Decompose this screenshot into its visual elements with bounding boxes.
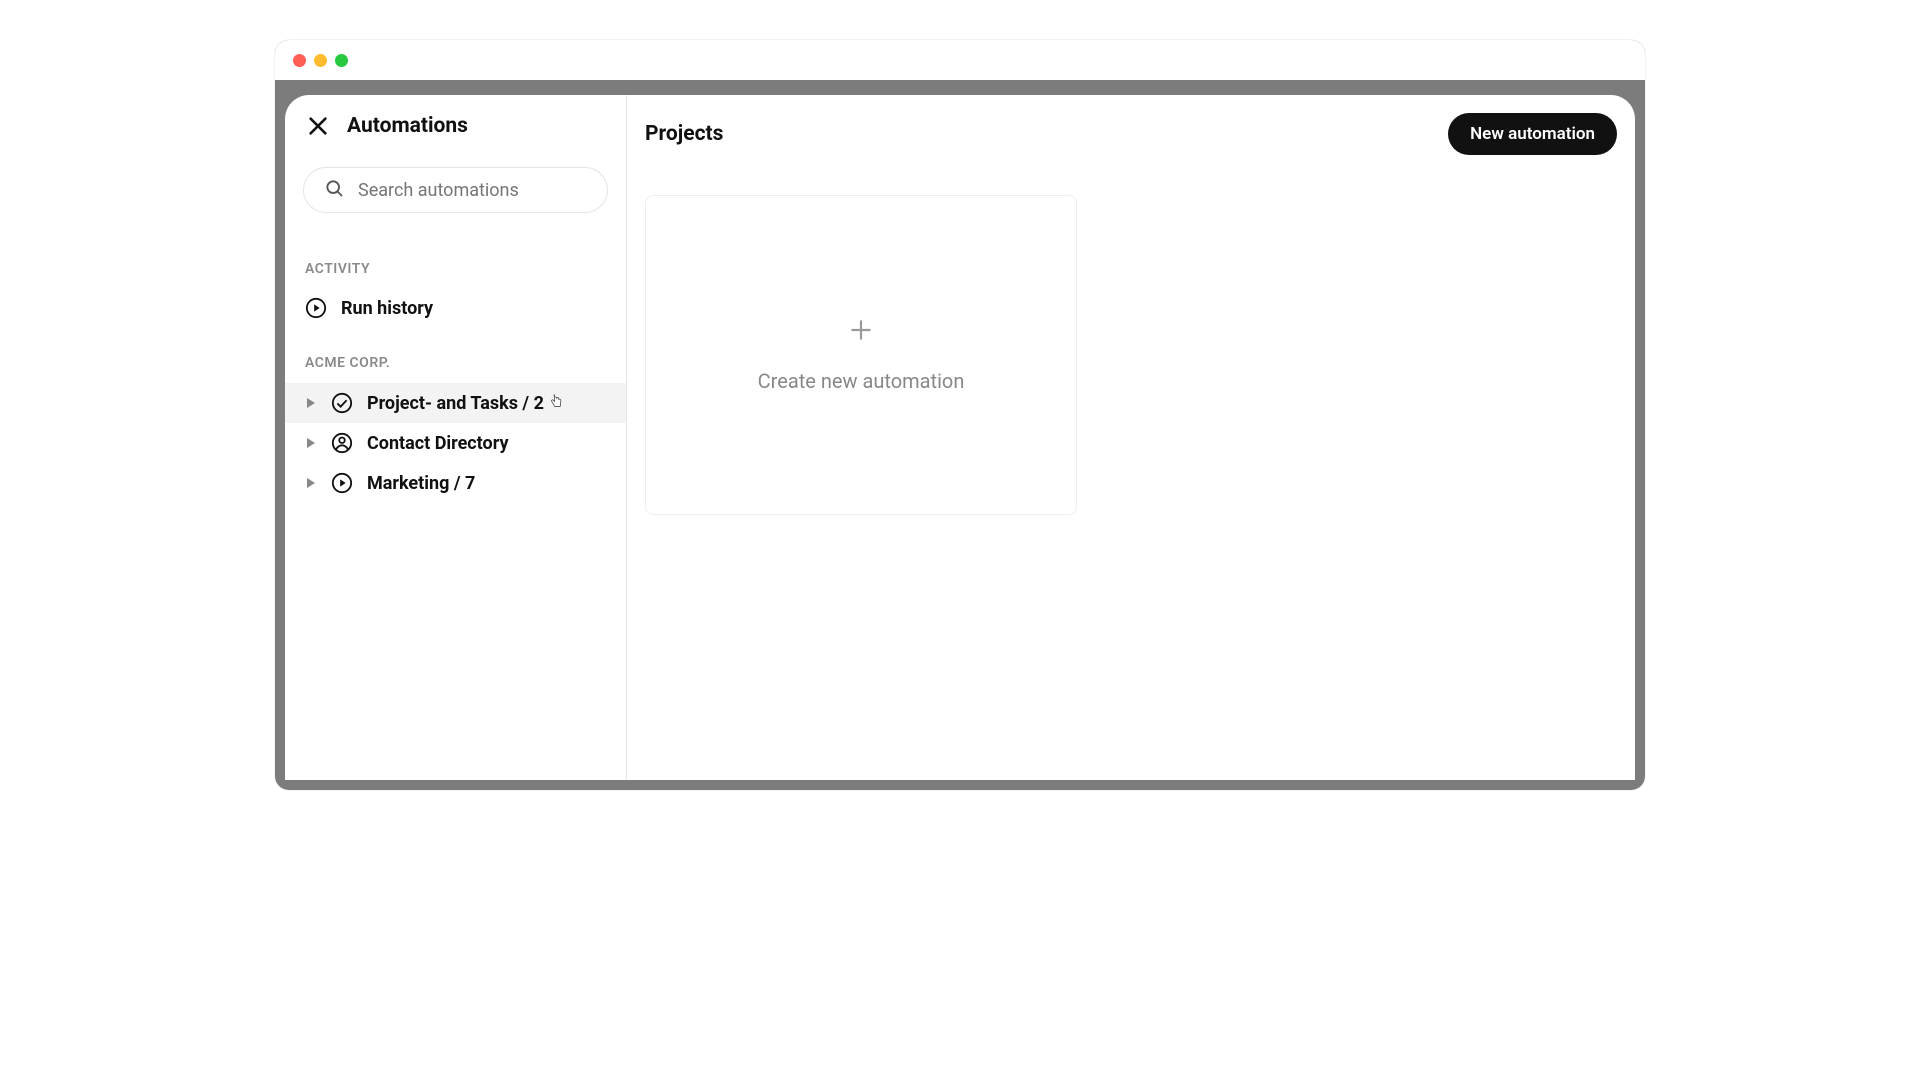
window-minimize-button[interactable] xyxy=(314,54,327,67)
sidebar-item-label: Marketing / 7 xyxy=(367,473,475,494)
search-input[interactable] xyxy=(358,180,587,201)
play-circle-icon xyxy=(305,297,327,319)
sidebar-title: Automations xyxy=(347,114,468,138)
play-circle-icon xyxy=(331,472,353,494)
main-header: Projects New automation xyxy=(627,95,1635,173)
sidebar-item-label: Contact Directory xyxy=(367,433,509,454)
titlebar xyxy=(275,40,1645,80)
section-label-activity: ACTIVITY xyxy=(285,233,626,289)
chrome-gap xyxy=(275,80,1645,95)
sidebar-item-label: Project- and Tasks / 2 xyxy=(367,393,544,414)
search-wrap xyxy=(285,157,626,233)
app-surface: Automations ACTIVITY Run history xyxy=(285,95,1635,780)
app-window: Automations ACTIVITY Run history xyxy=(275,40,1645,790)
section-label-workspace: ACME CORP. xyxy=(285,327,626,383)
sidebar-item-marketing[interactable]: Marketing / 7 xyxy=(285,463,626,503)
window-close-button[interactable] xyxy=(293,54,306,67)
main-body: Create new automation xyxy=(627,173,1635,780)
run-history-label: Run history xyxy=(341,298,433,319)
chevron-right-icon xyxy=(305,478,317,488)
app-frame: Automations ACTIVITY Run history xyxy=(275,95,1645,790)
sidebar-item-projects-tasks[interactable]: Project- and Tasks / 2 xyxy=(285,383,626,423)
chevron-right-icon xyxy=(305,438,317,448)
main: Projects New automation Create new autom… xyxy=(627,95,1635,780)
sidebar: Automations ACTIVITY Run history xyxy=(285,95,627,780)
sidebar-header: Automations xyxy=(285,95,626,157)
chevron-right-icon xyxy=(305,398,317,408)
search-icon xyxy=(324,178,344,202)
user-circle-icon xyxy=(331,432,353,454)
page-title: Projects xyxy=(645,122,723,146)
check-circle-icon xyxy=(331,392,353,414)
search-box[interactable] xyxy=(303,167,608,213)
close-icon[interactable] xyxy=(305,113,331,139)
new-automation-button[interactable]: New automation xyxy=(1448,113,1617,155)
sidebar-item-contact-directory[interactable]: Contact Directory xyxy=(285,423,626,463)
create-automation-card[interactable]: Create new automation xyxy=(645,195,1077,515)
window-zoom-button[interactable] xyxy=(335,54,348,67)
pointer-cursor-icon xyxy=(550,393,562,414)
run-history-item[interactable]: Run history xyxy=(285,289,626,327)
plus-icon xyxy=(848,317,874,347)
create-automation-label: Create new automation xyxy=(758,369,965,393)
